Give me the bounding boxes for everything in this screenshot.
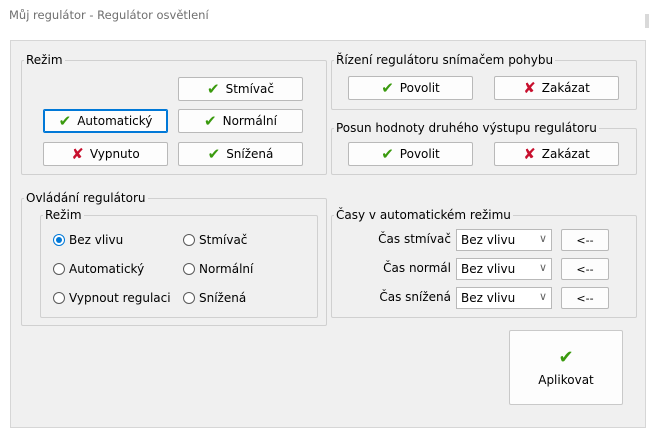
rizeni-povolit-label: Povolit — [399, 81, 440, 95]
rizeni-zakazat-button[interactable]: ✘ Zakázat — [494, 76, 619, 100]
stmivac-label: Stmívač — [225, 82, 274, 96]
posun-povolit-button[interactable]: ✔ Povolit — [348, 142, 473, 166]
radio-label: Stmívač — [199, 233, 248, 247]
button-label: <-- — [576, 262, 594, 276]
cas-normal-label: Čas normál — [383, 261, 451, 275]
apply-label: Aplikovat — [538, 372, 594, 387]
rizeni-legend: Řízení regulátoru snímačem pohybu — [336, 53, 554, 67]
select-value: Bez vlivu — [461, 233, 516, 247]
cas-stmivac-select[interactable]: Bez vlivu ∨ — [456, 229, 552, 251]
select-value: Bez vlivu — [461, 262, 516, 276]
check-icon: ✔ — [381, 78, 394, 97]
cas-normal-apply-button[interactable]: <-- — [561, 258, 609, 280]
snizena-button[interactable]: ✔ Snížená — [178, 142, 303, 166]
automaticky-label: Automatický — [77, 114, 153, 128]
check-icon: ✔ — [558, 346, 574, 368]
rezim-legend: Režim — [26, 53, 63, 67]
automaticky-button[interactable]: ✔ Automatický — [43, 109, 168, 133]
vypnuto-label: Vypnuto — [89, 147, 140, 161]
radio-indicator — [53, 292, 65, 304]
posun-povolit-label: Povolit — [399, 147, 440, 161]
cas-stmivac-apply-button[interactable]: <-- — [561, 229, 609, 251]
cas-snizena-select[interactable]: Bez vlivu ∨ — [456, 287, 552, 309]
radio-automaticky[interactable]: Automatický — [53, 262, 144, 276]
check-icon: ✔ — [204, 111, 217, 130]
radio-label: Vypnout regulaci — [69, 291, 171, 305]
chevron-down-icon: ∨ — [538, 290, 547, 303]
stmivac-button[interactable]: ✔ Stmívač — [178, 77, 303, 101]
cas-snizena-label: Čas snížená — [379, 290, 451, 304]
normalni-label: Normální — [222, 114, 277, 128]
check-icon: ✔ — [381, 144, 394, 163]
rizeni-zakazat-label: Zakázat — [541, 81, 590, 95]
posun-legend: Posun hodnoty druhého výstupu regulátoru — [336, 121, 597, 135]
apply-button[interactable]: ✔ Aplikovat — [509, 330, 623, 405]
radio-indicator — [53, 263, 65, 275]
check-icon: ✔ — [207, 79, 220, 98]
cas-normal-select[interactable]: Bez vlivu ∨ — [456, 258, 552, 280]
cross-icon: ✘ — [523, 144, 536, 163]
casy-legend: Časy v automatickém režimu — [336, 208, 511, 222]
snizena-label: Snížená — [226, 147, 274, 161]
ovladani-legend: Ovládání regulátoru — [26, 191, 146, 205]
window-title: Můj regulátor - Regulátor osvětlení — [9, 8, 209, 22]
rizeni-povolit-button[interactable]: ✔ Povolit — [348, 76, 473, 100]
cas-stmivac-label: Čas stmívač — [378, 232, 451, 246]
check-icon: ✔ — [207, 144, 221, 163]
chevron-down-icon: ∨ — [538, 261, 547, 274]
select-value: Bez vlivu — [461, 291, 516, 305]
cas-snizena-apply-button[interactable]: <-- — [561, 287, 609, 309]
radio-label: Automatický — [69, 262, 145, 276]
radio-label: Normální — [199, 262, 254, 276]
cross-icon: ✘ — [71, 144, 84, 163]
normalni-button[interactable]: ✔ Normální — [178, 109, 303, 133]
button-label: <-- — [576, 233, 594, 247]
radio-snizena[interactable]: Snížená — [183, 291, 246, 305]
title-bar: Můj regulátor - Regulátor osvětlení — [0, 0, 649, 32]
radio-bez-vlivu[interactable]: Bez vlivu — [53, 233, 123, 247]
vypnuto-button[interactable]: ✘ Vypnuto — [43, 142, 168, 166]
chevron-down-icon: ∨ — [538, 232, 547, 245]
radio-indicator — [183, 292, 195, 304]
radio-label: Bez vlivu — [69, 233, 124, 247]
app-window: Můj regulátor - Regulátor osvětlení Reži… — [0, 0, 649, 436]
radio-stmivac[interactable]: Stmívač — [183, 233, 247, 247]
cross-icon: ✘ — [523, 78, 536, 97]
posun-zakazat-label: Zakázat — [541, 147, 590, 161]
close-button[interactable] — [645, 14, 649, 28]
check-icon: ✔ — [58, 111, 72, 130]
radio-indicator — [53, 234, 65, 246]
radio-vypnout-regulaci[interactable]: Vypnout regulaci — [53, 291, 171, 305]
radio-indicator — [183, 263, 195, 275]
ovladani-rezim-legend: Režim — [45, 208, 82, 222]
posun-zakazat-button[interactable]: ✘ Zakázat — [494, 142, 619, 166]
button-label: <-- — [576, 291, 594, 305]
radio-indicator — [183, 234, 195, 246]
radio-label: Snížená — [199, 291, 247, 305]
radio-normalni[interactable]: Normální — [183, 262, 253, 276]
